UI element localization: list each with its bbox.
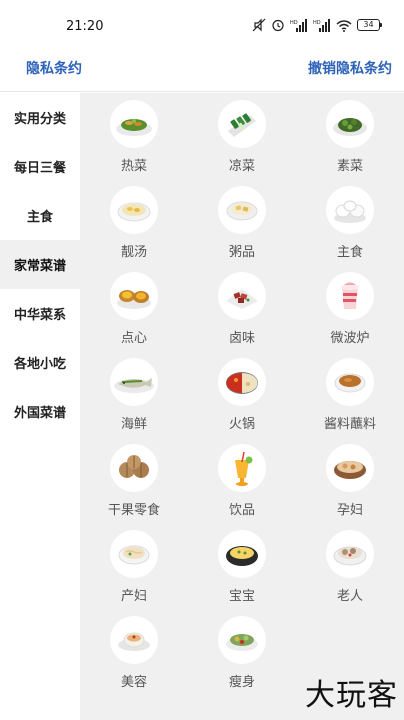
sidebar-item-chinese-cuisines[interactable]: 中华菜系 xyxy=(0,289,80,338)
egg-tart-icon xyxy=(110,272,158,320)
category-sidebar: 实用分类 每日三餐 主食 家常菜谱 中华菜系 各地小吃 外国菜谱 xyxy=(0,93,80,720)
category-item-label: 老人 xyxy=(336,589,363,604)
sidebar-item-label: 中华菜系 xyxy=(13,308,66,323)
sidebar-item-home-recipes[interactable]: 家常菜谱 xyxy=(0,240,80,289)
category-item-label: 粥品 xyxy=(228,245,255,260)
category-item-beauty[interactable]: 美容 xyxy=(80,609,188,695)
category-item-label: 瘦身 xyxy=(228,675,255,690)
category-item-label: 孕妇 xyxy=(336,503,363,518)
category-item-seafood[interactable]: 海鲜 xyxy=(80,351,188,437)
category-item-label: 宝宝 xyxy=(228,589,255,604)
category-item-label: 干果零食 xyxy=(107,503,160,518)
category-item-label: 主食 xyxy=(336,245,363,260)
category-item-label: 靓汤 xyxy=(120,245,147,260)
category-item-label: 凉菜 xyxy=(228,159,255,174)
microwave-cup-icon xyxy=(326,272,374,320)
sidebar-item-label: 外国菜谱 xyxy=(13,406,66,421)
braised-meat-icon xyxy=(218,272,266,320)
category-item-drinks[interactable]: 饮品 xyxy=(188,437,296,523)
category-item-sauces[interactable]: 酱料蘸料 xyxy=(296,351,404,437)
wifi-icon xyxy=(336,19,352,32)
mute-icon xyxy=(252,18,266,32)
app-header: 隐私条约 撤销隐私条约 xyxy=(0,44,404,92)
walnuts-icon xyxy=(110,444,158,492)
svg-text:HD: HD xyxy=(313,20,321,26)
category-item-label: 海鲜 xyxy=(120,417,147,432)
alarm-icon xyxy=(271,18,285,32)
status-bar: 21:20 HD HD 34 xyxy=(0,0,404,44)
salad-icon xyxy=(218,616,266,664)
category-grid-panel: 热菜 凉菜 素菜 靓汤 粥品 主食 点心 卤味 微波炉 海鲜 火锅 酱料蘸料 干… xyxy=(80,93,404,720)
egg-custard-icon xyxy=(218,530,266,578)
greens-dish-icon xyxy=(326,100,374,148)
sidebar-item-label: 每日三餐 xyxy=(13,161,66,176)
category-item-staples[interactable]: 主食 xyxy=(296,179,404,265)
category-item-nuts-snacks[interactable]: 干果零食 xyxy=(80,437,188,523)
category-item-label: 热菜 xyxy=(120,159,147,174)
category-item-label: 微波炉 xyxy=(330,331,370,346)
sauce-bowl-icon xyxy=(326,358,374,406)
category-item-baby[interactable]: 宝宝 xyxy=(188,523,296,609)
revoke-privacy-policy-link[interactable]: 撤销隐私条约 xyxy=(308,58,392,78)
stir-fry-dish-icon xyxy=(110,100,158,148)
category-item-dim-sum[interactable]: 点心 xyxy=(80,265,188,351)
fish-platter-icon xyxy=(110,358,158,406)
category-item-microwave[interactable]: 微波炉 xyxy=(296,265,404,351)
juice-glass-icon xyxy=(218,444,266,492)
category-item-slimming[interactable]: 瘦身 xyxy=(188,609,296,695)
status-icons: HD HD 34 xyxy=(252,18,382,32)
hotpot-icon xyxy=(218,358,266,406)
sidebar-item-foreign-recipes[interactable]: 外国菜谱 xyxy=(0,387,80,436)
svg-text:HD: HD xyxy=(290,20,298,26)
status-time: 21:20 xyxy=(66,19,104,34)
category-item-vegetable-dishes[interactable]: 素菜 xyxy=(296,93,404,179)
noodle-soup-icon xyxy=(110,530,158,578)
category-item-label: 产妇 xyxy=(120,589,147,604)
category-item-pregnant[interactable]: 孕妇 xyxy=(296,437,404,523)
sidebar-item-label: 实用分类 xyxy=(13,112,66,127)
category-item-label: 酱料蘸料 xyxy=(323,417,376,432)
sidebar-item-label: 主食 xyxy=(26,210,53,225)
sidebar-item-practical-categories[interactable]: 实用分类 xyxy=(0,93,80,142)
watermark: 大玩客 xyxy=(305,678,398,713)
sidebar-item-local-snacks[interactable]: 各地小吃 xyxy=(0,338,80,387)
signal-hd-2-icon: HD xyxy=(313,18,331,32)
battery-icon: 34 xyxy=(357,19,382,31)
stew-bowl-icon xyxy=(326,444,374,492)
category-item-label: 卤味 xyxy=(228,331,255,346)
privacy-policy-link[interactable]: 隐私条约 xyxy=(26,58,82,78)
category-item-cold-dishes[interactable]: 凉菜 xyxy=(188,93,296,179)
signal-hd-1-icon: HD xyxy=(290,18,308,32)
category-item-hot-dishes[interactable]: 热菜 xyxy=(80,93,188,179)
cucumber-salad-icon xyxy=(218,100,266,148)
category-item-label: 美容 xyxy=(120,675,147,690)
category-item-hotpot[interactable]: 火锅 xyxy=(188,351,296,437)
sidebar-item-staple-food[interactable]: 主食 xyxy=(0,191,80,240)
category-item-elderly[interactable]: 老人 xyxy=(296,523,404,609)
category-item-label: 火锅 xyxy=(228,417,255,432)
category-item-porridge[interactable]: 粥品 xyxy=(188,179,296,265)
soup-bowl-icon xyxy=(110,186,158,234)
category-item-label: 饮品 xyxy=(228,503,255,518)
category-item-label: 素菜 xyxy=(336,159,363,174)
category-item-braised[interactable]: 卤味 xyxy=(188,265,296,351)
category-item-postpartum[interactable]: 产妇 xyxy=(80,523,188,609)
buns-icon xyxy=(326,186,374,234)
category-item-label: 点心 xyxy=(120,331,147,346)
sidebar-item-label: 家常菜谱 xyxy=(13,259,66,274)
porridge-bowl-icon xyxy=(218,186,266,234)
meatball-soup-icon xyxy=(326,530,374,578)
category-item-soups[interactable]: 靓汤 xyxy=(80,179,188,265)
dessert-cup-icon xyxy=(110,616,158,664)
sidebar-item-daily-meals[interactable]: 每日三餐 xyxy=(0,142,80,191)
sidebar-item-label: 各地小吃 xyxy=(13,357,66,372)
